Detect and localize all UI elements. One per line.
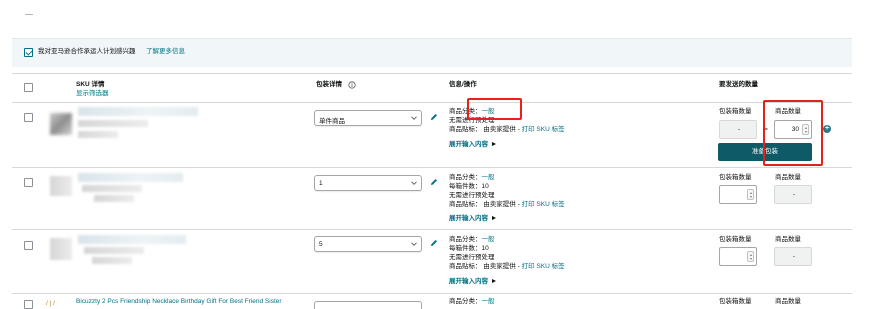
product-thumbnail: / | / (46, 300, 55, 307)
pack-select-value: 1 (319, 180, 323, 187)
product-sku-blurred (84, 247, 144, 254)
product-title-blurred (78, 235, 186, 244)
row-checkbox[interactable] (24, 300, 33, 309)
product-sku-blurred (78, 120, 148, 127)
category-link[interactable]: 一般 (482, 298, 495, 305)
boxes-input: - (719, 120, 757, 139)
banner-text: 我对亚马逊合作承运人计划感兴趣 (38, 48, 136, 55)
product-thumbnail (50, 238, 72, 260)
pack-select[interactable] (314, 301, 422, 309)
pack-select[interactable]: 5 (314, 236, 422, 252)
category-label: 商品分类：一般 (449, 298, 495, 305)
units-input: - (774, 247, 812, 266)
pack-select-value: 5 (319, 241, 323, 248)
boxes-label: 包装箱数量 (719, 236, 752, 243)
chevron-down-icon (411, 242, 417, 246)
pack-select-value: 单件商品 (319, 118, 345, 125)
learn-more-link[interactable]: 了解更多信息 (146, 48, 185, 56)
row-divider (12, 229, 852, 230)
pack-header: 包装详情 (316, 81, 342, 88)
boxes-label: 包装箱数量 (719, 108, 752, 115)
units-label: 商品数量 (775, 174, 801, 181)
category-link[interactable]: 一般 (482, 236, 495, 243)
collapse-dash (25, 14, 33, 15)
expand-arrow-icon (492, 216, 496, 220)
product-title-blurred (78, 173, 183, 182)
product-sku-blurred (82, 185, 142, 192)
partner-carrier-banner (12, 38, 852, 67)
row-checkbox[interactable] (24, 113, 33, 122)
category-label: 商品分类：一般 (449, 174, 495, 181)
prep-text: 无需进行预处理 (449, 254, 495, 261)
pack-select[interactable]: 单件商品 (314, 110, 422, 126)
chevron-down-icon (411, 116, 417, 120)
row-checkbox[interactable] (24, 178, 33, 187)
select-all-checkbox[interactable] (24, 83, 33, 92)
product-thumbnail (50, 113, 72, 135)
add-icon[interactable]: + (823, 125, 831, 133)
expand-arrow-icon (492, 279, 496, 283)
units-per-box: 每箱件数：10 (449, 245, 489, 252)
category-link[interactable]: 一般 (482, 174, 495, 181)
expand-inputs-link[interactable]: 展开输入内容 (449, 278, 496, 286)
units-input: - (774, 185, 812, 204)
product-asin-blurred (94, 195, 134, 202)
units-label: 商品数量 (775, 298, 801, 305)
print-sku-label-link[interactable]: 打印 SKU 标签 (522, 126, 565, 133)
product-asin-blurred (92, 257, 132, 264)
edit-pencil-icon[interactable] (430, 178, 438, 186)
stepper-icon[interactable] (747, 251, 754, 262)
print-sku-label-link[interactable]: 打印 SKU 标签 (522, 201, 565, 208)
units-label: 商品数量 (775, 236, 801, 243)
boxes-input[interactable] (719, 247, 757, 266)
label-text: 商品贴标： 由卖家提供 - 打印 SKU 标签 (449, 126, 565, 133)
expand-inputs-link[interactable]: 展开输入内容 (449, 215, 496, 223)
info-icon[interactable] (348, 81, 356, 89)
product-title-blurred (78, 107, 198, 116)
show-filter-link[interactable]: 显示筛选器 (76, 90, 109, 98)
boxes-label: 包装箱数量 (719, 174, 752, 181)
prep-text: 无需进行预处理 (449, 192, 495, 199)
stepper-icon[interactable] (747, 189, 754, 200)
edit-pencil-icon[interactable] (430, 113, 438, 121)
qty-header: 要发送的数量 (719, 81, 758, 88)
edit-pencil-icon[interactable] (430, 239, 438, 247)
row-divider (12, 293, 852, 294)
sku-header: SKU 详情 (76, 81, 105, 88)
label-text: 商品贴标： 由卖家提供 - 打印 SKU 标签 (449, 263, 565, 270)
product-title-link[interactable]: Bicuzzty 2 Pcs Friendship Necklace Birth… (76, 298, 282, 306)
row-checkbox[interactable] (24, 241, 33, 250)
boxes-label: 包装箱数量 (719, 298, 752, 305)
product-asin-blurred (78, 131, 118, 138)
print-sku-label-link[interactable]: 打印 SKU 标签 (522, 263, 565, 270)
expand-inputs-link[interactable]: 展开输入内容 (449, 141, 496, 149)
expand-arrow-icon (492, 142, 496, 146)
highlight-box-category (467, 98, 522, 120)
category-label: 商品分类：一般 (449, 236, 495, 243)
highlight-box-quantity (763, 100, 823, 166)
row-divider (12, 167, 852, 168)
units-per-box: 每箱件数：10 (449, 183, 489, 190)
partner-carrier-checkbox[interactable] (24, 48, 33, 57)
chevron-down-icon (411, 181, 417, 185)
pack-select[interactable]: 1 (314, 175, 422, 191)
info-header: 信息/操作 (449, 81, 477, 88)
product-thumbnail (50, 176, 72, 196)
label-text: 商品贴标： 由卖家提供 - 打印 SKU 标签 (449, 201, 565, 208)
boxes-input[interactable] (719, 185, 757, 204)
